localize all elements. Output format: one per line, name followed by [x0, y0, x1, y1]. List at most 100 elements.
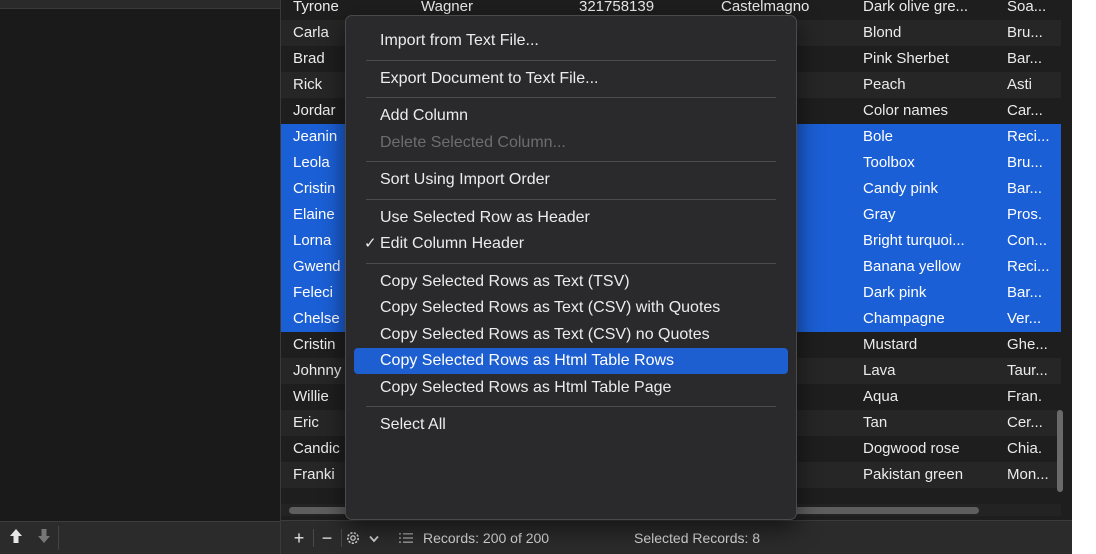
toolbar-divider	[341, 529, 342, 547]
cell-first[interactable]: Johnny	[293, 358, 351, 384]
menu-copy-csv-quotes[interactable]: Copy Selected Rows as Text (CSV) with Qu…	[354, 295, 788, 321]
cell-color[interactable]: Bole	[863, 124, 1001, 150]
cell-first[interactable]: Franki	[293, 462, 351, 488]
cell-color[interactable]: Dark pink	[863, 280, 1001, 306]
cell-color[interactable]: Tan	[863, 410, 1001, 436]
cell-color[interactable]: Mustard	[863, 332, 1001, 358]
cell-color[interactable]: Gray	[863, 202, 1001, 228]
cell-extra[interactable]: Con...	[1007, 228, 1053, 254]
cell-extra[interactable]: Reci...	[1007, 254, 1053, 280]
menu-separator	[366, 198, 776, 200]
cell-color[interactable]: Lava	[863, 358, 1001, 384]
cell-color[interactable]: Champagne	[863, 306, 1001, 332]
menu-item-label: Sort Using Import Order	[380, 171, 550, 188]
cell-extra[interactable]: Bru...	[1007, 150, 1053, 176]
cell-color[interactable]: Dark olive gre...	[863, 0, 1001, 20]
cell-first[interactable]: Tyrone	[293, 0, 351, 20]
bottom-toolbar: + − Records: 200 of 200 Selected Records…	[281, 520, 1072, 554]
add-record-button[interactable]: +	[289, 521, 309, 554]
cell-color[interactable]: Aqua	[863, 384, 1001, 410]
cell-first[interactable]: Cristin	[293, 332, 351, 358]
menu-use-row-as-header[interactable]: Use Selected Row as Header	[354, 205, 788, 231]
menu-item-label: Delete Selected Column...	[380, 133, 566, 151]
app-window: Tyrone Wagner 321758139 Castelmagno Dark oli…	[0, 0, 1072, 554]
menu-add-column[interactable]: Add Column	[354, 103, 788, 129]
cell-color[interactable]: Bright turquoi...	[863, 228, 1001, 254]
menu-separator	[366, 406, 776, 407]
cell-color[interactable]: Color names	[863, 98, 1001, 124]
cell-extra[interactable]: Ghe...	[1007, 332, 1053, 358]
cell-color[interactable]: Dogwood rose	[863, 436, 1001, 462]
cell-extra[interactable]: Mon...	[1007, 462, 1053, 488]
cell-first[interactable]: Brad	[293, 46, 351, 72]
menu-separator	[366, 161, 776, 162]
cell-color[interactable]: Pink Sherbet	[863, 46, 1001, 72]
cell-extra[interactable]: Bru...	[1007, 20, 1053, 46]
cell-extra[interactable]: Chia.	[1007, 436, 1053, 462]
menu-copy-html-page[interactable]: Copy Selected Rows as Html Table Page	[354, 375, 788, 401]
cell-first[interactable]: Gwend	[293, 254, 351, 280]
cell-extra[interactable]: Fran.	[1007, 384, 1053, 410]
context-menu: Import from Text File... Export Document …	[345, 15, 797, 520]
cell-extra[interactable]: Bar...	[1007, 46, 1053, 72]
cell-first[interactable]: Elaine	[293, 202, 351, 228]
menu-separator	[366, 97, 776, 98]
menu-item-label: Select All	[380, 416, 446, 433]
cell-extra[interactable]: Bar...	[1007, 176, 1053, 202]
cell-first[interactable]: Leola	[293, 150, 351, 176]
menu-select-all[interactable]: Select All	[354, 412, 788, 438]
cell-first[interactable]: Jordar	[293, 98, 351, 124]
menu-delete-column: Delete Selected Column...	[354, 130, 788, 156]
sidebar-footer-divider	[58, 526, 59, 550]
cell-extra[interactable]: Ver...	[1007, 306, 1053, 332]
remove-record-button[interactable]: −	[317, 521, 337, 554]
cell-first[interactable]: Candic	[293, 436, 351, 462]
menu-item-label: Copy Selected Rows as Text (CSV) with Qu…	[380, 299, 721, 316]
cell-extra[interactable]: Bar...	[1007, 280, 1053, 306]
menu-item-label: Copy Selected Rows as Text (CSV) no Quot…	[380, 325, 710, 343]
cell-color[interactable]: Toolbox	[863, 150, 1001, 176]
menu-export-text-file[interactable]: Export Document to Text File...	[354, 66, 788, 92]
chevron-down-icon[interactable]	[369, 521, 387, 554]
cell-first[interactable]: Eric	[293, 410, 351, 436]
cell-first[interactable]: Lorna	[293, 228, 351, 254]
menu-copy-csv-no-quotes[interactable]: Copy Selected Rows as Text (CSV) no Quot…	[354, 322, 788, 348]
menu-import-text-file[interactable]: Import from Text File...	[354, 28, 788, 54]
cell-color[interactable]: Blond	[863, 20, 1001, 46]
cell-first[interactable]: Cristin	[293, 176, 351, 202]
menu-sort-import-order[interactable]: Sort Using Import Order	[354, 167, 788, 193]
cell-color[interactable]: Candy pink	[863, 176, 1001, 202]
cell-extra[interactable]: Soa...	[1007, 0, 1053, 20]
cell-extra[interactable]: Asti	[1007, 72, 1053, 98]
arrow-down-icon[interactable]	[34, 528, 54, 548]
cell-first[interactable]: Carla	[293, 20, 351, 46]
cell-color[interactable]: Peach	[863, 72, 1001, 98]
cell-color[interactable]: Pakistan green	[863, 462, 1001, 488]
sidebar	[0, 0, 281, 554]
cell-first[interactable]: Rick	[293, 72, 351, 98]
cell-first[interactable]: Feleci	[293, 280, 351, 306]
menu-edit-column-header[interactable]: ✓ Edit Column Header	[354, 231, 788, 257]
gear-icon[interactable]	[345, 521, 367, 554]
cell-extra[interactable]: Pros.	[1007, 202, 1053, 228]
sidebar-footer	[0, 521, 280, 554]
cell-first[interactable]: Willie	[293, 384, 351, 410]
menu-item-label: Edit Column Header	[380, 235, 525, 252]
menu-item-label: Use Selected Row as Header	[380, 208, 590, 226]
menu-separator	[366, 59, 776, 61]
selected-records-count: Selected Records: 8	[634, 530, 761, 546]
menu-separator	[366, 262, 776, 264]
cell-first[interactable]: Jeanin	[293, 124, 351, 150]
cell-extra[interactable]: Taur...	[1007, 358, 1053, 384]
sidebar-header	[0, 0, 280, 9]
cell-first[interactable]: Chelse	[293, 306, 351, 332]
cell-extra[interactable]: Cer...	[1007, 410, 1053, 436]
arrow-up-icon[interactable]	[6, 528, 26, 548]
vertical-scroll-thumb[interactable]	[1057, 410, 1063, 492]
menu-copy-tsv[interactable]: Copy Selected Rows as Text (TSV)	[354, 269, 788, 295]
menu-copy-html-rows[interactable]: Copy Selected Rows as Html Table Rows	[354, 348, 788, 374]
cell-extra[interactable]: Reci...	[1007, 124, 1053, 150]
cell-color[interactable]: Banana yellow	[863, 254, 1001, 280]
cell-extra[interactable]: Car...	[1007, 98, 1053, 124]
menu-item-label: Copy Selected Rows as Html Table Page	[380, 378, 672, 396]
